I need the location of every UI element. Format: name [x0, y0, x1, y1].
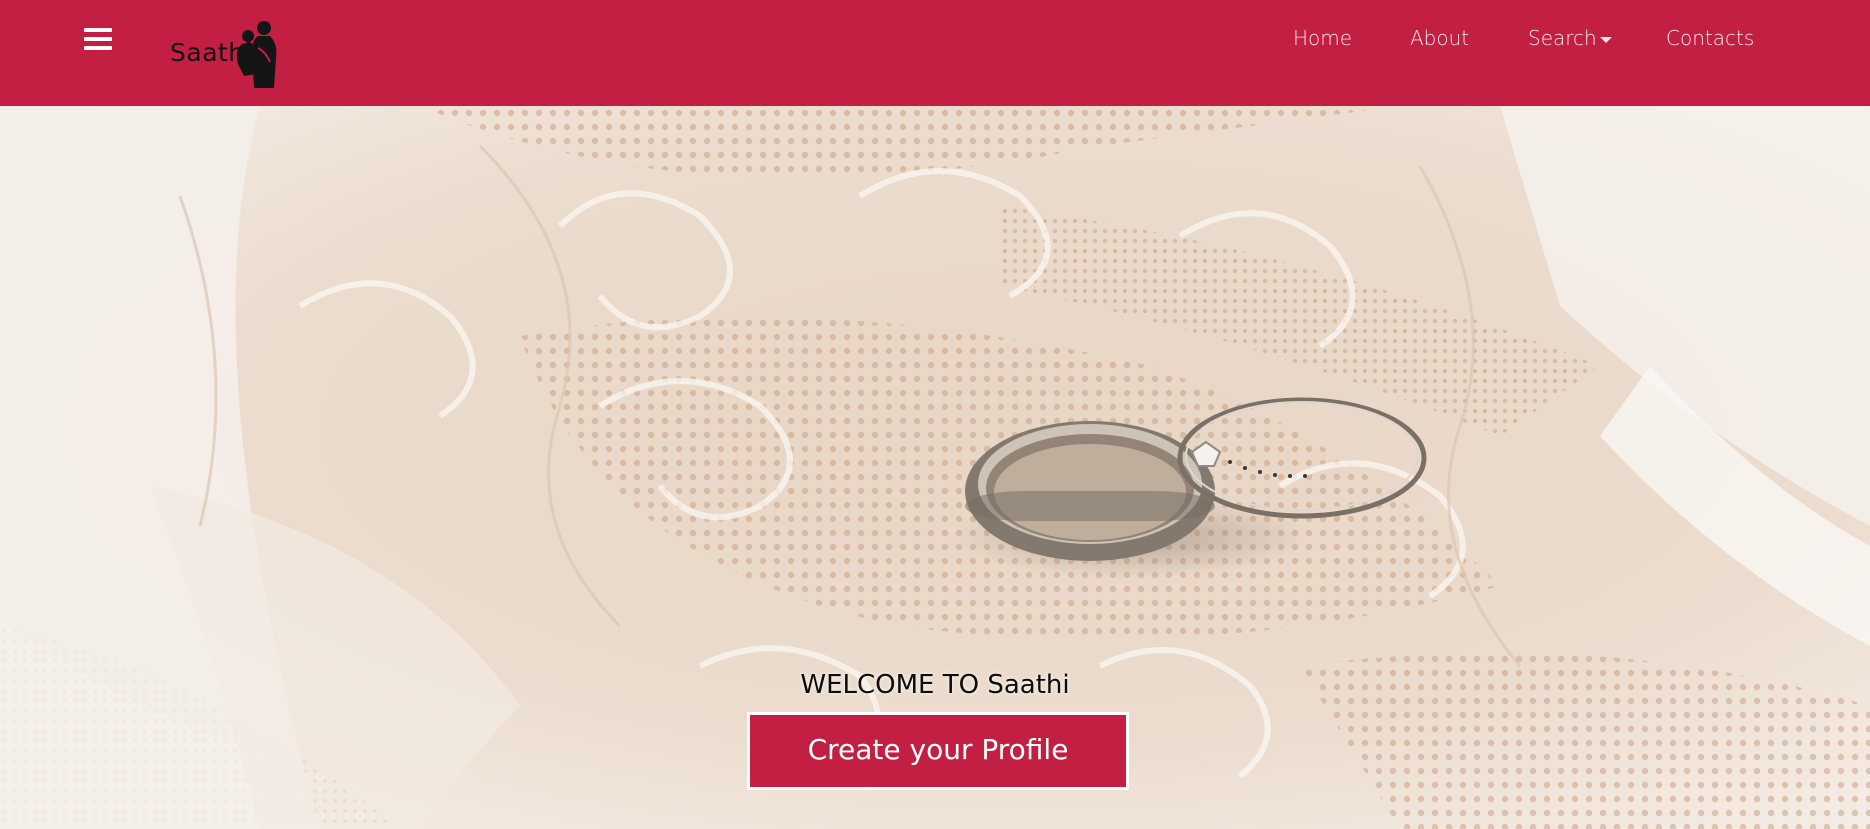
- create-profile-button[interactable]: Create your Profile: [747, 712, 1129, 790]
- nav-contacts-link[interactable]: Contacts: [1666, 26, 1754, 50]
- caret-down-icon: [1599, 36, 1612, 43]
- hamburger-menu-icon[interactable]: [84, 28, 112, 54]
- welcome-heading: WELCOME TO Saathi: [800, 670, 1070, 700]
- nav-search-label: Search: [1528, 26, 1597, 50]
- nav-about-link[interactable]: About: [1410, 26, 1469, 50]
- nav-search-dropdown[interactable]: Search: [1528, 26, 1612, 50]
- couple-silhouette-icon: [236, 21, 277, 88]
- hero-section: WELCOME TO Saathi Create your Profile: [0, 106, 1870, 829]
- nav-home-link[interactable]: Home: [1293, 26, 1352, 50]
- brand-logo[interactable]: Saathi: [170, 18, 300, 90]
- top-navbar: Saathi Home About Search Contacts: [0, 0, 1870, 106]
